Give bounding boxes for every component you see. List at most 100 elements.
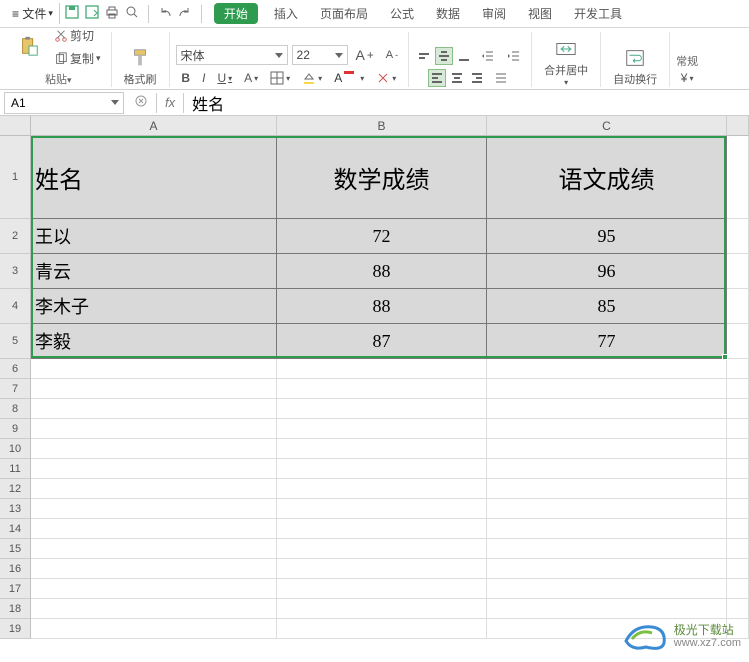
cell[interactable] xyxy=(487,419,727,439)
cell[interactable] xyxy=(487,399,727,419)
cell[interactable] xyxy=(31,539,277,559)
align-left-icon[interactable] xyxy=(428,69,446,87)
cell[interactable] xyxy=(727,519,749,539)
cell[interactable] xyxy=(31,479,277,499)
cell[interactable] xyxy=(727,579,749,599)
cell[interactable] xyxy=(31,379,277,399)
cell[interactable] xyxy=(727,439,749,459)
fx-icon[interactable]: fx xyxy=(165,95,175,110)
clear-format-button[interactable]: ▾ xyxy=(372,69,400,87)
column-header[interactable]: B xyxy=(277,116,487,136)
copy-button[interactable]: 复制▾ xyxy=(50,48,105,69)
cell[interactable] xyxy=(727,254,749,289)
row-header[interactable]: 17 xyxy=(0,579,31,599)
align-center-icon[interactable] xyxy=(448,69,466,87)
cell[interactable] xyxy=(277,579,487,599)
font-a-button[interactable]: A▾ xyxy=(240,69,262,87)
cell[interactable]: 语文成绩 xyxy=(487,136,727,219)
cut-button[interactable]: 剪切 xyxy=(50,25,105,46)
row-header[interactable]: 13 xyxy=(0,499,31,519)
format-painter-button[interactable]: 格式刷 xyxy=(118,47,163,87)
row-header[interactable]: 19 xyxy=(0,619,31,639)
cell[interactable]: 72 xyxy=(277,219,487,254)
cell[interactable]: 李木子 xyxy=(31,289,277,324)
cell[interactable] xyxy=(727,379,749,399)
save-icon[interactable] xyxy=(64,4,80,23)
cell[interactable] xyxy=(487,439,727,459)
tab-view[interactable]: 视图 xyxy=(522,3,558,24)
cell[interactable] xyxy=(31,559,277,579)
column-header[interactable]: C xyxy=(487,116,727,136)
cell[interactable] xyxy=(727,479,749,499)
cell[interactable] xyxy=(277,439,487,459)
file-menu[interactable]: ≡ 文件 ▾ xyxy=(6,3,60,24)
cell[interactable] xyxy=(487,459,727,479)
tab-start[interactable]: 开始 xyxy=(214,3,258,24)
cell[interactable] xyxy=(31,619,277,639)
cells-area[interactable]: 姓名数学成绩语文成绩王以7295青云8896李木子8885李毅8777 xyxy=(31,136,749,639)
cell[interactable] xyxy=(31,599,277,619)
redo-icon[interactable] xyxy=(177,4,193,23)
italic-button[interactable]: I xyxy=(198,69,209,87)
print-preview-icon[interactable] xyxy=(124,4,140,23)
column-header[interactable]: A xyxy=(31,116,277,136)
cell[interactable] xyxy=(487,559,727,579)
cell[interactable] xyxy=(277,459,487,479)
row-header[interactable]: 11 xyxy=(0,459,31,479)
cell[interactable] xyxy=(727,219,749,254)
cell[interactable] xyxy=(277,559,487,579)
decrease-font-icon[interactable]: A- xyxy=(382,47,402,63)
row-header[interactable]: 3 xyxy=(0,254,31,289)
undo-icon[interactable] xyxy=(157,4,173,23)
cell[interactable] xyxy=(727,136,749,219)
cell[interactable] xyxy=(31,519,277,539)
cell[interactable] xyxy=(277,519,487,539)
wrap-text-button[interactable]: 自动换行 xyxy=(607,47,663,87)
row-header[interactable]: 1 xyxy=(0,136,31,219)
cell[interactable] xyxy=(31,579,277,599)
cell[interactable]: 青云 xyxy=(31,254,277,289)
cancel-formula-icon[interactable] xyxy=(134,94,148,111)
cell[interactable] xyxy=(277,539,487,559)
row-header[interactable]: 18 xyxy=(0,599,31,619)
cell[interactable]: 87 xyxy=(277,324,487,359)
fill-color-button[interactable]: ▾ xyxy=(298,69,326,87)
cell[interactable]: 96 xyxy=(487,254,727,289)
tab-review[interactable]: 审阅 xyxy=(476,3,512,24)
tab-insert[interactable]: 插入 xyxy=(268,3,304,24)
currency-icon[interactable]: ¥▾ xyxy=(677,69,698,87)
tab-dev-tools[interactable]: 开发工具 xyxy=(568,3,628,24)
cell[interactable] xyxy=(277,419,487,439)
cell[interactable] xyxy=(277,479,487,499)
cell[interactable]: 88 xyxy=(277,254,487,289)
cell[interactable] xyxy=(31,399,277,419)
cell[interactable] xyxy=(727,599,749,619)
print-icon[interactable] xyxy=(104,4,120,23)
row-header[interactable]: 2 xyxy=(0,219,31,254)
select-all-corner[interactable] xyxy=(0,116,31,136)
decrease-indent-icon[interactable] xyxy=(477,47,499,65)
cell[interactable] xyxy=(727,399,749,419)
cell[interactable]: 95 xyxy=(487,219,727,254)
row-header[interactable]: 8 xyxy=(0,399,31,419)
row-header[interactable]: 12 xyxy=(0,479,31,499)
cell[interactable] xyxy=(727,539,749,559)
tab-formula[interactable]: 公式 xyxy=(384,3,420,24)
row-header[interactable]: 7 xyxy=(0,379,31,399)
cell[interactable] xyxy=(277,359,487,379)
underline-button[interactable]: U▾ xyxy=(213,69,236,87)
number-format-label[interactable]: 常规 xyxy=(676,53,698,69)
cell[interactable] xyxy=(727,324,749,359)
row-header[interactable]: 5 xyxy=(0,324,31,359)
row-header[interactable]: 6 xyxy=(0,359,31,379)
cell[interactable]: 85 xyxy=(487,289,727,324)
cell[interactable]: 姓名 xyxy=(31,136,277,219)
row-header[interactable]: 15 xyxy=(0,539,31,559)
align-justify-icon[interactable] xyxy=(490,69,512,87)
cell[interactable] xyxy=(487,579,727,599)
increase-indent-icon[interactable] xyxy=(503,47,525,65)
align-right-icon[interactable] xyxy=(468,69,486,87)
cell[interactable] xyxy=(487,359,727,379)
cell[interactable] xyxy=(277,599,487,619)
row-header[interactable]: 10 xyxy=(0,439,31,459)
